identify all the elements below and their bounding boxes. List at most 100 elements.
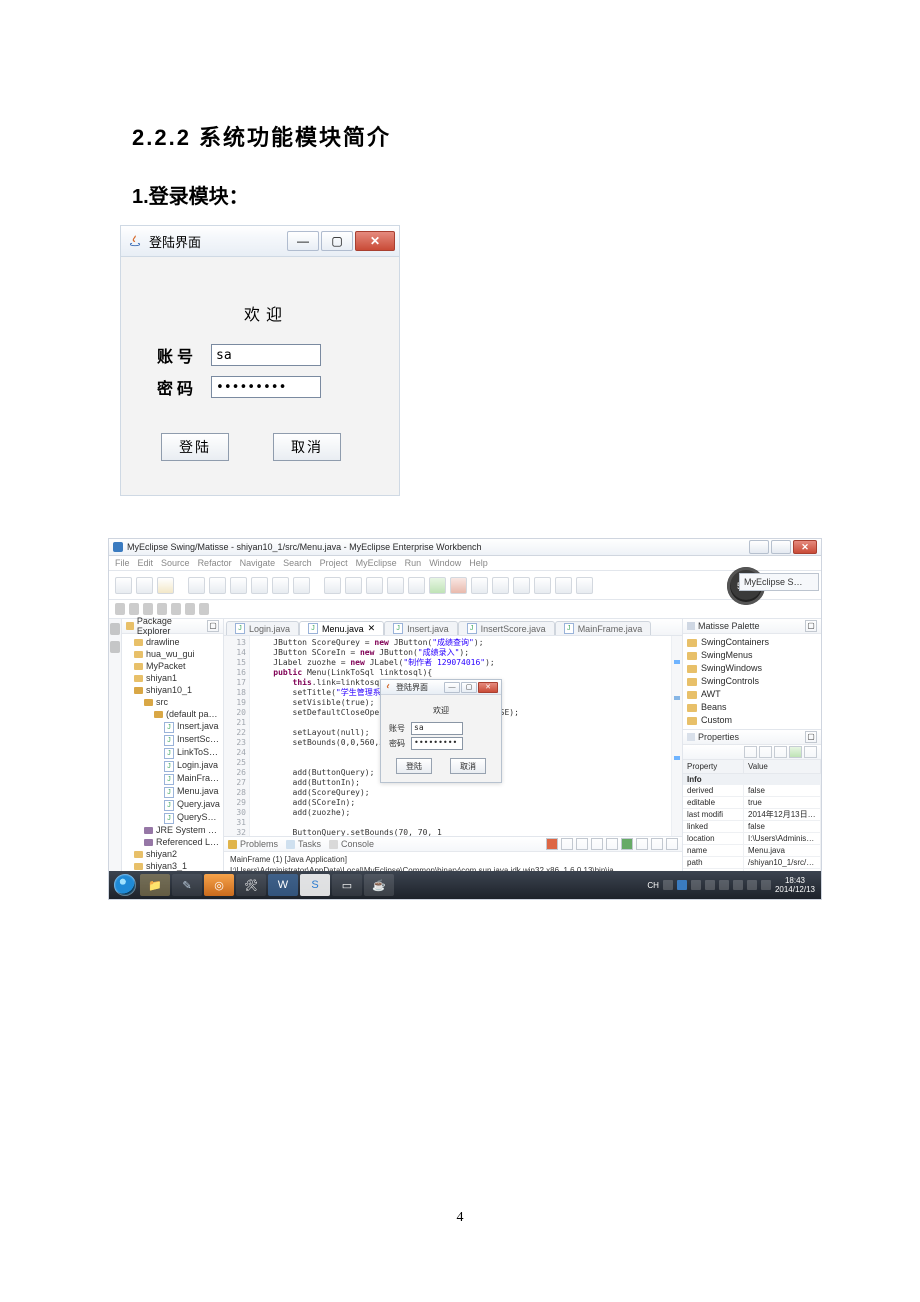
palette-item[interactable]: SwingControls: [687, 675, 817, 688]
username-input[interactable]: sa: [211, 344, 321, 366]
toolbar-icon[interactable]: [199, 603, 209, 615]
toolbar-icon[interactable]: [429, 577, 446, 594]
toolbar-icon[interactable]: [366, 577, 383, 594]
run-icon[interactable]: [621, 838, 633, 850]
mini-cancel-button[interactable]: 取消: [450, 758, 486, 774]
ide-minimize-button[interactable]: [749, 540, 769, 554]
cancel-button[interactable]: 取消: [273, 433, 341, 461]
editor-tab[interactable]: JMenu.java ✕: [299, 621, 384, 635]
toolbar-icon[interactable]: [387, 577, 404, 594]
property-row[interactable]: derivedfalse: [683, 785, 821, 797]
taskbar-item[interactable]: 🛠: [236, 874, 266, 896]
strip-icon[interactable]: [110, 641, 120, 653]
tree-item[interactable]: JMenu.java: [124, 785, 221, 798]
toolbar-icon[interactable]: [115, 577, 132, 594]
menu-file[interactable]: File: [115, 558, 130, 568]
mini-login-button[interactable]: 登陆: [396, 758, 432, 774]
toolbar-icon[interactable]: [136, 577, 153, 594]
tray-icon[interactable]: [733, 880, 743, 890]
palette-item[interactable]: Beans: [687, 701, 817, 714]
toolbar-icon[interactable]: [185, 603, 195, 615]
tree-item[interactable]: shiyan10_1: [124, 684, 221, 696]
mini-max-button[interactable]: ▢: [461, 682, 477, 693]
toolbar-icon[interactable]: [115, 603, 125, 615]
palette-item[interactable]: Custom: [687, 714, 817, 727]
tree-item[interactable]: shiyan2: [124, 848, 221, 860]
taskbar-item[interactable]: W: [268, 874, 298, 896]
taskbar-item[interactable]: ✎: [172, 874, 202, 896]
property-row[interactable]: last modifi2014年12月13日下午4:1…: [683, 809, 821, 821]
mini-min-button[interactable]: —: [444, 682, 460, 693]
menu-project[interactable]: Project: [320, 558, 348, 568]
toolbar-icon[interactable]: [324, 577, 341, 594]
tab-problems[interactable]: Problems: [228, 839, 278, 849]
palette-item[interactable]: AWT: [687, 688, 817, 701]
palette-list[interactable]: SwingContainersSwingMenusSwingWindowsSwi…: [683, 634, 821, 729]
toolbar-icon[interactable]: [471, 577, 488, 594]
ide-toolbar[interactable]: MyEclipse S…: [109, 571, 821, 600]
toolbar-icon[interactable]: [345, 577, 362, 594]
maximize-button[interactable]: ▢: [321, 231, 353, 251]
toolbar-icon[interactable]: [492, 577, 509, 594]
toolbar-icon[interactable]: [408, 577, 425, 594]
tree-item[interactable]: (default package): [124, 708, 221, 720]
tray-icon[interactable]: [747, 880, 757, 890]
tree-item[interactable]: src: [124, 696, 221, 708]
mini-user-input[interactable]: sa: [411, 722, 463, 735]
menu-help[interactable]: Help: [469, 558, 488, 568]
property-row[interactable]: locationI:\Users\Administrator\…: [683, 833, 821, 845]
tray-icon[interactable]: [691, 880, 701, 890]
console-icon[interactable]: [591, 838, 603, 850]
editor-tab[interactable]: JInsert.java: [384, 621, 458, 635]
palette-item[interactable]: SwingMenus: [687, 649, 817, 662]
toolbar-icon[interactable]: [450, 577, 467, 594]
console-icon[interactable]: [576, 838, 588, 850]
toolbar-icon[interactable]: [157, 577, 174, 594]
toolbar-icon[interactable]: [143, 603, 153, 615]
menu-navigate[interactable]: Navigate: [240, 558, 276, 568]
toolbar-icon[interactable]: [555, 577, 572, 594]
ide-close-button[interactable]: ✕: [793, 540, 817, 554]
minimize-button[interactable]: —: [287, 231, 319, 251]
taskbar-item[interactable]: S: [300, 874, 330, 896]
ide-menubar[interactable]: FileEditSourceRefactorNavigateSearchProj…: [109, 556, 821, 571]
tray-icon[interactable]: [705, 880, 715, 890]
menu-source[interactable]: Source: [161, 558, 190, 568]
tray-clock[interactable]: 18:432014/12/13: [775, 876, 815, 894]
toolbar-icon[interactable]: [272, 577, 289, 594]
editor-tabs[interactable]: JLogin.javaJMenu.java ✕JInsert.javaJInse…: [224, 619, 682, 636]
system-tray[interactable]: CH 18:432014/12/13: [647, 876, 819, 894]
mini-close-button[interactable]: ✕: [478, 682, 498, 693]
windows-taskbar[interactable]: 📁 ✎ ◎ 🛠 W S ▭ ☕ CH 18:432014/12/13: [109, 871, 821, 899]
toolbar-icon[interactable]: [157, 603, 167, 615]
toolbar-icon[interactable]: [576, 577, 593, 594]
menu-myeclipse[interactable]: MyEclipse: [356, 558, 397, 568]
tree-item[interactable]: JLogin.java: [124, 759, 221, 772]
console-icon[interactable]: [606, 838, 618, 850]
palette-item[interactable]: SwingWindows: [687, 662, 817, 675]
toolbar-icon[interactable]: [251, 577, 268, 594]
tree-item[interactable]: JLinkToSql.java: [124, 746, 221, 759]
editor-tab[interactable]: JMainFrame.java: [555, 621, 652, 635]
editor-tab[interactable]: JInsertScore.java: [458, 621, 555, 635]
taskbar-item[interactable]: ☕: [364, 874, 394, 896]
toolbar-icon[interactable]: [129, 603, 139, 615]
property-row[interactable]: linkedfalse: [683, 821, 821, 833]
start-button[interactable]: [111, 871, 139, 899]
toolbar-icon[interactable]: [230, 577, 247, 594]
package-explorer-tree[interactable]: drawlinehua_wu_guiMyPacketshiyan1shiyan1…: [122, 634, 223, 879]
toolbar-icon[interactable]: [293, 577, 310, 594]
toolbar-icon[interactable]: [209, 577, 226, 594]
pane-min-icon[interactable]: ▢: [805, 731, 817, 743]
menu-search[interactable]: Search: [283, 558, 312, 568]
tree-item[interactable]: MyPacket: [124, 660, 221, 672]
console-icon[interactable]: [651, 838, 663, 850]
taskbar-item[interactable]: ◎: [204, 874, 234, 896]
tray-icon[interactable]: [677, 880, 687, 890]
password-input[interactable]: •••••••••: [211, 376, 321, 398]
tree-item[interactable]: JRE System Library [Jav: [124, 824, 221, 836]
tree-item[interactable]: JMainFrame.java: [124, 772, 221, 785]
close-button[interactable]: ✕: [355, 231, 395, 251]
perspective-switcher[interactable]: MyEclipse S…: [739, 573, 819, 591]
menu-run[interactable]: Run: [405, 558, 422, 568]
